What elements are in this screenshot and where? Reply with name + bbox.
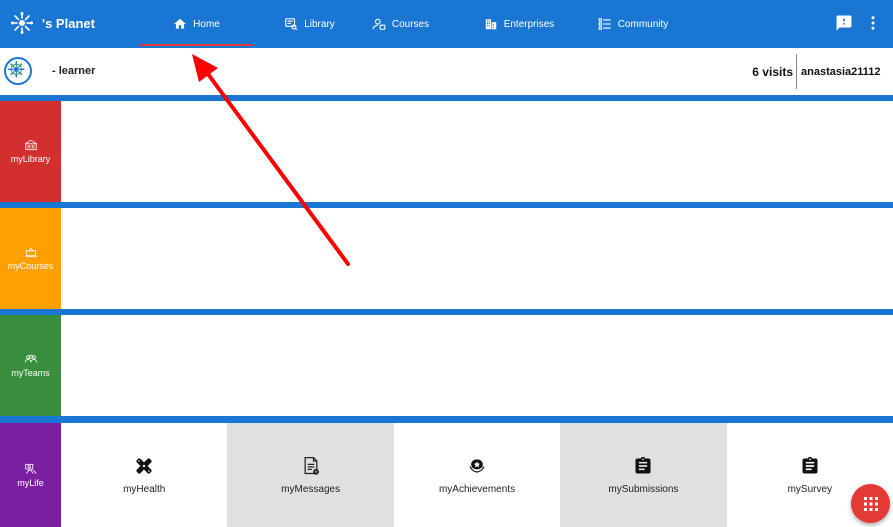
tile-mysubmissions[interactable]: mySubmissions <box>560 423 727 527</box>
apps-grid-icon <box>863 496 878 511</box>
courses-board-icon <box>24 247 37 258</box>
section-mylife-label: myLife <box>17 477 44 488</box>
nav-home[interactable]: Home <box>140 0 253 48</box>
health-icon <box>136 457 152 474</box>
more-vert-icon[interactable] <box>864 14 882 32</box>
nav-courses[interactable]: Courses <box>366 0 435 48</box>
home-icon <box>174 18 186 29</box>
section-myteams-header[interactable]: myTeams <box>0 315 61 416</box>
courses-icon <box>372 18 386 30</box>
section-mylibrary: myLibrary <box>0 101 893 202</box>
visit-count: 6 visits <box>752 65 793 79</box>
info-divider <box>796 54 797 89</box>
top-app-bar: 's Planet Home Library Courses Enterpris… <box>0 0 893 48</box>
username[interactable]: anastasia21112 <box>801 66 881 78</box>
section-mylife-header[interactable]: myLife <box>0 423 61 527</box>
section-myteams: myTeams <box>0 315 893 416</box>
feedback-icon[interactable] <box>835 14 853 32</box>
tile-mymessages-label: myMessages <box>281 483 341 495</box>
nav-community-label: Community <box>617 18 669 30</box>
avatar-logo-icon <box>7 60 25 78</box>
brand-title: 's Planet <box>42 16 95 31</box>
section-mylibrary-header[interactable]: myLibrary <box>0 101 61 202</box>
section-myteams-label: myTeams <box>11 368 50 378</box>
library-icon <box>285 18 298 31</box>
nav-enterprises[interactable]: Enterprises <box>478 0 560 48</box>
teams-group-icon <box>24 354 37 363</box>
section-mylife: myLife myHealth myMessages myAchievement… <box>0 423 893 527</box>
library-building-icon <box>24 139 37 151</box>
mylife-tiles: myHealth myMessages myAchievements mySub… <box>61 423 893 527</box>
messages-icon <box>304 456 319 475</box>
nav-active-indicator <box>140 44 253 46</box>
planet-logo-icon[interactable] <box>10 11 34 35</box>
survey-icon <box>802 456 818 473</box>
section-mycourses-label: myCourses <box>7 261 54 271</box>
tile-myhealth[interactable]: myHealth <box>61 423 227 527</box>
tile-mysubmissions-label: mySubmissions <box>608 483 679 495</box>
community-icon <box>598 18 611 30</box>
section-mycourses-header[interactable]: myCourses <box>0 208 61 309</box>
tile-mysurvey-label: mySurvey <box>787 483 833 495</box>
achievements-icon <box>469 458 485 473</box>
avatar[interactable] <box>4 57 32 85</box>
section-mylibrary-label: myLibrary <box>10 154 51 164</box>
section-mycourses: myCourses <box>0 208 893 309</box>
nav-library-label: Library <box>304 18 335 30</box>
user-info-bar: - learner 6 visits anastasia21112 <box>0 48 893 95</box>
nav-courses-label: Courses <box>391 18 430 30</box>
enterprises-icon <box>485 19 496 30</box>
nav-library[interactable]: Library <box>253 0 366 48</box>
nav-enterprises-label: Enterprises <box>503 18 555 30</box>
tile-myachievements-label: myAchievements <box>438 483 516 495</box>
tile-myhealth-label: myHealth <box>123 483 166 495</box>
life-person-icon <box>24 463 37 474</box>
nav-community[interactable]: Community <box>594 0 672 48</box>
tile-mymessages[interactable]: myMessages <box>227 423 394 527</box>
apps-fab[interactable] <box>851 484 890 523</box>
user-role: - learner <box>52 65 96 77</box>
nav-home-label: Home <box>193 18 220 30</box>
tile-myachievements[interactable]: myAchievements <box>394 423 560 527</box>
submissions-icon <box>635 456 651 473</box>
